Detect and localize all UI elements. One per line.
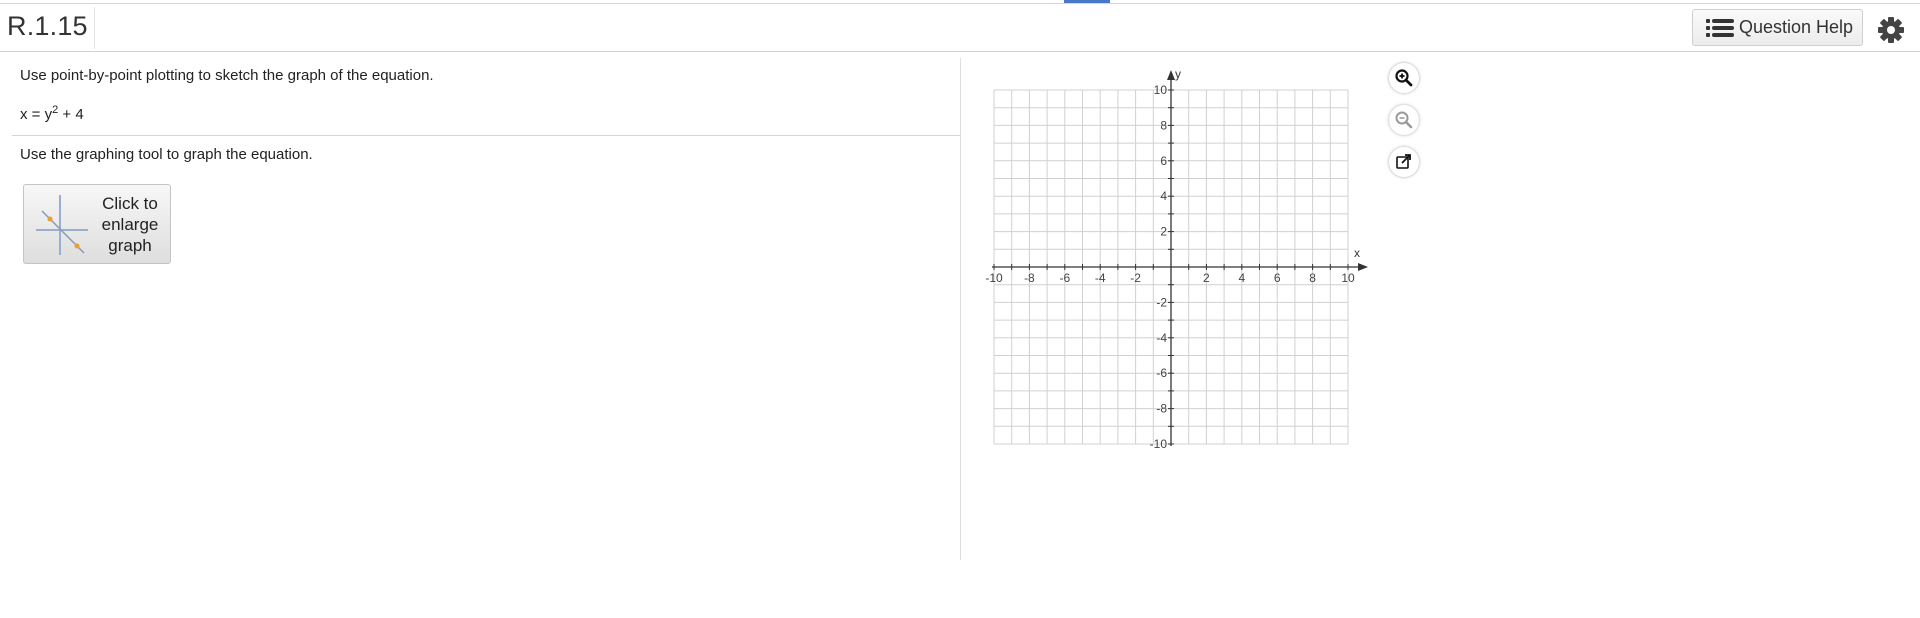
zoom-out-icon — [1395, 111, 1413, 129]
y-tick-label: 4 — [1160, 189, 1167, 203]
x-tick-label: -6 — [1059, 271, 1070, 285]
graph-instruction: Use the graphing tool to graph the equat… — [20, 146, 313, 163]
top-progress-marker — [1064, 0, 1110, 3]
list-icon — [1706, 18, 1734, 37]
x-tick-label: 2 — [1203, 271, 1210, 285]
zoom-in-icon — [1395, 69, 1413, 87]
equation-base: x = y — [20, 106, 53, 123]
y-tick-label: 8 — [1160, 118, 1167, 132]
x-axis-arrow — [1358, 263, 1368, 271]
header-divider — [94, 7, 95, 49]
x-tick-label: 6 — [1274, 271, 1281, 285]
equation-tail: + 4 — [58, 106, 84, 123]
y-tick-label: -10 — [1150, 437, 1168, 451]
x-tick-label: 10 — [1341, 271, 1355, 285]
question-pane — [0, 52, 960, 560]
question-id: R.1.15 — [7, 11, 88, 41]
x-tick-label: -10 — [985, 271, 1003, 285]
graph-panel: -10 -8 -6 -4 -2 2 4 6 8 10 -10 -8 -6 -4 -2 2 4 6 8 10 x y — [980, 60, 1419, 465]
y-tick-label: -8 — [1156, 402, 1167, 416]
x-tick-label: -8 — [1024, 271, 1035, 285]
y-tick-label: -4 — [1156, 331, 1167, 345]
popout-icon — [1396, 154, 1411, 169]
zoom-in-button[interactable] — [1389, 63, 1419, 93]
graph-thumbnail-icon — [36, 195, 88, 255]
y-tick-label: 6 — [1160, 154, 1167, 168]
question-header: R.1.15 Question Help — [0, 4, 1920, 52]
popout-button[interactable] — [1389, 147, 1419, 177]
pane-divider — [960, 58, 961, 560]
y-tick-label: -6 — [1156, 366, 1167, 380]
gear-icon[interactable] — [1877, 16, 1905, 44]
enlarge-graph-label: Click to enlarge graph — [101, 194, 159, 255]
y-axis-arrow — [1167, 70, 1175, 80]
y-tick-label: 2 — [1160, 225, 1167, 239]
x-tick-label: 4 — [1238, 271, 1245, 285]
zoom-out-button[interactable] — [1389, 105, 1419, 135]
enlarge-graph-button[interactable]: Click to enlarge graph — [23, 184, 171, 264]
x-axis-label: x — [1354, 246, 1360, 260]
question-help-label: Question Help — [1739, 17, 1854, 37]
question-help-button[interactable]: Question Help — [1692, 9, 1863, 46]
y-tick-label: 10 — [1154, 83, 1168, 97]
coordinate-plane[interactable]: -10 -8 -6 -4 -2 2 4 6 8 10 -10 -8 -6 -4 -2 2 4 6 8 10 x y — [980, 60, 1380, 460]
equation: x = y2 + 4 — [20, 104, 84, 123]
x-tick-label: 8 — [1309, 271, 1316, 285]
question-instruction: Use point-by-point plotting to sketch th… — [20, 67, 434, 84]
x-tick-label: -4 — [1095, 271, 1106, 285]
section-divider — [12, 135, 960, 136]
x-tick-label: -2 — [1130, 271, 1141, 285]
y-axis-label: y — [1175, 67, 1181, 81]
y-tick-label: -2 — [1156, 295, 1167, 309]
